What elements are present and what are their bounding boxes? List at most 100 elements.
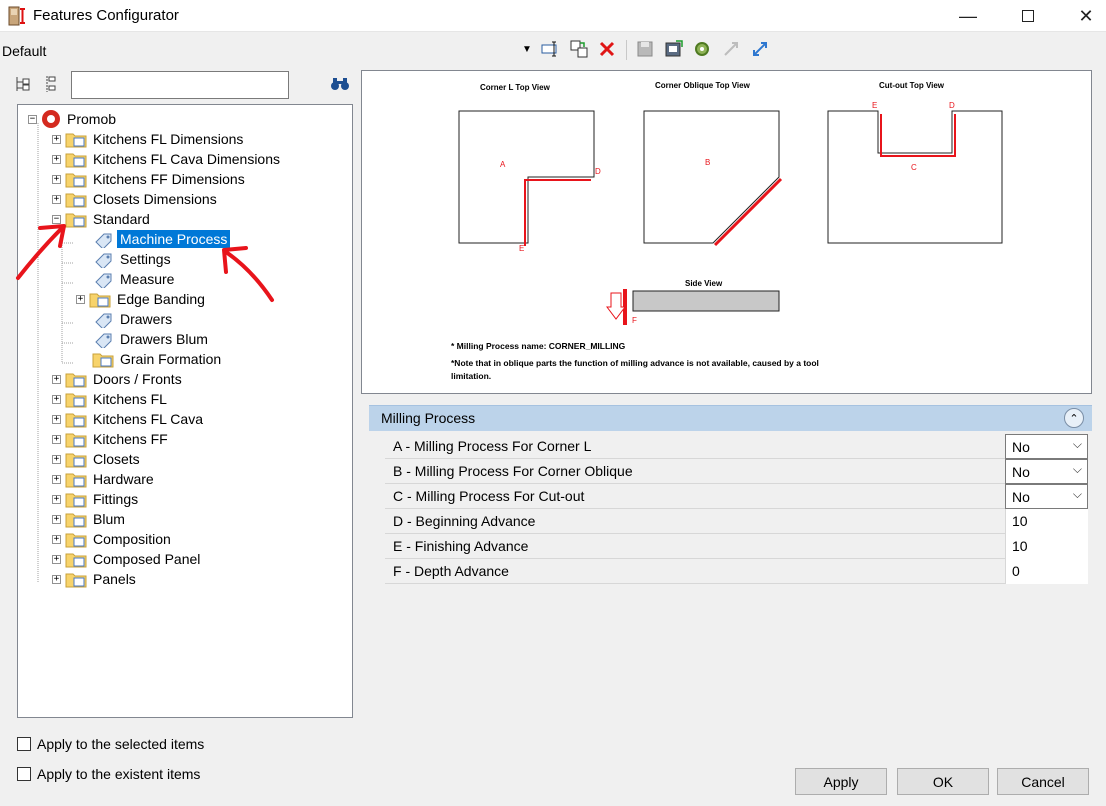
tree-node[interactable]: Grain Formation [92, 349, 224, 369]
rename-icon[interactable] [539, 38, 561, 60]
expand-icon[interactable]: + [52, 174, 61, 184]
tree-node[interactable]: + Composition [52, 529, 174, 549]
expand-icon[interactable]: + [52, 474, 61, 484]
property-row: C - Milling Process For Cut-out No ⌵ [385, 484, 1088, 509]
finishing-advance-field[interactable]: 10 [1005, 534, 1088, 559]
corner-oblique-dropdown[interactable]: No ⌵ [1005, 459, 1088, 484]
tree-node[interactable]: + Kitchens FF Dimensions [52, 169, 248, 189]
folder-icon [89, 293, 111, 308]
depth-advance-field[interactable]: 0 [1005, 559, 1088, 584]
tree-node-label: Kitchens FL Dimensions [93, 131, 244, 147]
tree-node[interactable]: + Kitchens FL Cava [52, 409, 206, 429]
minimize-button[interactable]: — [945, 0, 991, 32]
tree-node-root[interactable]: − Promob [28, 109, 119, 129]
tree-node[interactable]: + Composed Panel [52, 549, 203, 569]
property-value: 10 [1012, 513, 1028, 529]
expand-icon[interactable]: + [52, 434, 61, 444]
expand-icon[interactable]: + [52, 414, 61, 424]
tree-node[interactable]: + Hardware [52, 469, 157, 489]
label-f: F [632, 316, 637, 325]
tree-node[interactable]: + Kitchens FL Cava Dimensions [52, 149, 283, 169]
expand-icon[interactable]: + [52, 534, 61, 544]
profile-selector[interactable]: Default [2, 43, 46, 59]
save-icon[interactable] [634, 38, 656, 60]
note-milling-name: * Milling Process name: CORNER_MILLING [451, 341, 626, 351]
expand-icon[interactable]: + [76, 294, 85, 304]
apply-existent-checkbox[interactable] [17, 767, 31, 781]
tree-node[interactable]: + Kitchens FL [52, 389, 170, 409]
expand-icon[interactable]: + [52, 494, 61, 504]
expand-icon[interactable]: + [52, 154, 61, 164]
binoculars-search-icon[interactable] [330, 75, 350, 96]
property-row: B - Milling Process For Corner Oblique N… [385, 459, 1088, 484]
settings-gear-icon[interactable] [691, 38, 713, 60]
expand-icon[interactable]: + [52, 374, 61, 384]
tag-icon [95, 233, 112, 248]
tree-node-standard[interactable]: − Standard [52, 209, 153, 229]
delete-icon[interactable] [596, 38, 618, 60]
tree-node[interactable]: + Blum [52, 509, 128, 529]
collapse-icon[interactable]: − [52, 214, 61, 224]
apply-existent-option[interactable]: Apply to the existent items [17, 766, 200, 782]
tree-node[interactable]: Settings [92, 249, 174, 269]
label-b: B [705, 158, 711, 167]
tag-icon [95, 333, 112, 348]
close-window-button[interactable]: ✕ [1063, 0, 1106, 32]
tree-node[interactable]: + Closets [52, 449, 143, 469]
expand-icon[interactable]: + [52, 454, 61, 464]
tag-icon [95, 273, 112, 288]
collapse-section-button[interactable]: ⌃ [1064, 408, 1084, 428]
tree-node-label: Composed Panel [93, 551, 201, 567]
tree-node[interactable]: + Edge Banding [76, 289, 208, 309]
tree-node[interactable]: Drawers [92, 309, 175, 329]
expand-icon[interactable]: + [52, 554, 61, 564]
corner-l-dropdown[interactable]: No ⌵ [1005, 434, 1088, 459]
apply-selected-option[interactable]: Apply to the selected items [17, 736, 204, 752]
apply-selected-label: Apply to the selected items [37, 736, 205, 752]
tree-search-input[interactable] [71, 71, 289, 99]
property-label: E - Finishing Advance [393, 538, 529, 554]
label-e: E [872, 101, 878, 110]
tree-node[interactable]: Drawers Blum [92, 329, 211, 349]
property-label: B - Milling Process For Corner Oblique [393, 463, 633, 479]
tree-node-label: Kitchens FF [93, 431, 168, 447]
maximize-button[interactable] [1005, 0, 1051, 32]
window-title: Features Configurator [33, 7, 179, 24]
tree-node[interactable]: Measure [92, 269, 177, 289]
property-value: No [1012, 439, 1030, 455]
tree-collapse-icon[interactable] [44, 74, 60, 97]
label-d: D [595, 167, 601, 176]
folder-icon [65, 213, 87, 228]
tree-expand-icon[interactable] [13, 74, 33, 97]
expand-icon[interactable]: + [52, 514, 61, 524]
apply-button[interactable]: Apply [795, 768, 887, 795]
chevron-down-icon[interactable]: ▼ [522, 44, 532, 55]
features-tree[interactable]: − Promob + Kitchens FL Dimensions + Kitc… [17, 104, 353, 718]
tree-node[interactable]: + Panels [52, 569, 139, 589]
cutout-dropdown[interactable]: No ⌵ [1005, 484, 1088, 509]
tree-node-label: Kitchens FF Dimensions [93, 171, 245, 187]
tree-node-label: Drawers [120, 311, 173, 327]
expand-arrows-icon[interactable] [749, 38, 771, 60]
tree-node[interactable]: + Fittings [52, 489, 141, 509]
expand-icon[interactable]: + [52, 134, 61, 144]
tree-node[interactable]: + Closets Dimensions [52, 189, 220, 209]
collapse-arrows-icon[interactable] [720, 38, 742, 60]
tree-node[interactable]: + Doors / Fronts [52, 369, 185, 389]
expand-icon[interactable]: + [52, 574, 61, 584]
expand-icon[interactable]: + [52, 394, 61, 404]
tag-icon [95, 253, 112, 268]
tree-node-machine-process[interactable]: Machine Process [92, 229, 231, 249]
beginning-advance-field[interactable]: 10 [1005, 509, 1088, 534]
tree-node[interactable]: + Kitchens FL Dimensions [52, 129, 246, 149]
apply-selected-checkbox[interactable] [17, 737, 31, 751]
copy-profile-icon[interactable] [568, 38, 590, 60]
expand-icon[interactable]: + [52, 194, 61, 204]
export-icon[interactable] [663, 38, 685, 60]
cancel-button[interactable]: Cancel [997, 768, 1089, 795]
tree-node[interactable]: + Kitchens FF [52, 429, 171, 449]
collapse-icon[interactable]: − [28, 114, 37, 124]
label-d: D [949, 101, 955, 110]
folder-icon [65, 173, 87, 188]
ok-button[interactable]: OK [897, 768, 989, 795]
